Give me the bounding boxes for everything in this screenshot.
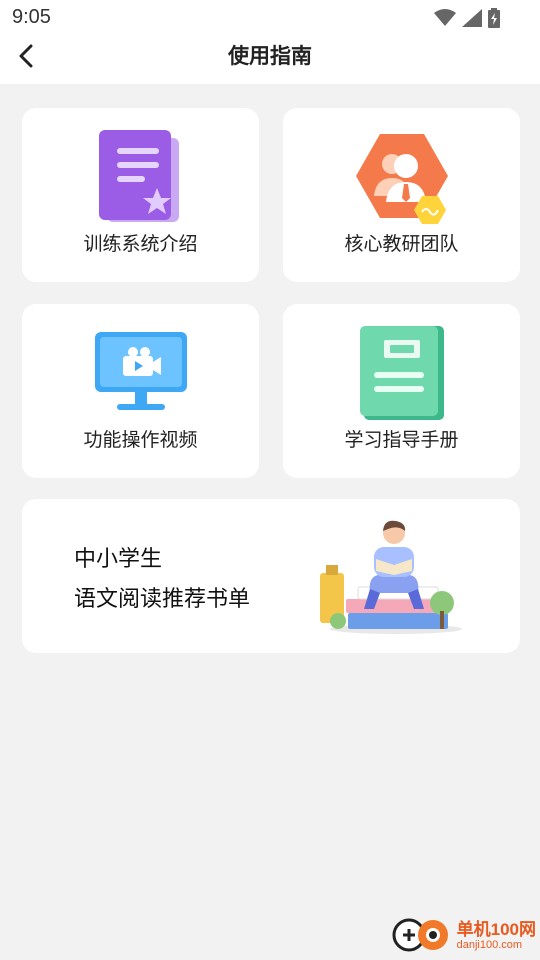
watermark-logo-icon — [391, 913, 453, 958]
card-reading-list[interactable]: 中小学生 语文阅读推荐书单 — [22, 499, 520, 653]
card-study-guide[interactable]: 学习指导手册 — [283, 304, 520, 478]
card-label: 核心教研团队 — [344, 234, 459, 255]
card-label: 功能操作视频 — [83, 430, 198, 451]
battery-icon — [488, 8, 500, 33]
reading-boy-illustration — [318, 517, 468, 640]
wifi-icon — [434, 9, 456, 32]
status-time: 9:05 — [12, 6, 51, 28]
signal-icon — [462, 9, 482, 32]
card-label: 学习指导手册 — [344, 430, 459, 451]
card-teaching-team[interactable]: 核心教研团队 — [283, 108, 520, 282]
page-title: 使用指南 — [228, 45, 312, 68]
status-icons — [434, 8, 500, 33]
video-monitor-icon — [94, 332, 187, 419]
card-operation-video[interactable]: 功能操作视频 — [22, 304, 259, 478]
app-header: 使用指南 — [0, 36, 540, 84]
document-star-icon — [98, 130, 183, 231]
banner-title-line2: 语文阅读推荐书单 — [74, 586, 251, 611]
card-training-intro[interactable]: 训练系统介绍 — [22, 108, 259, 282]
green-book-icon — [359, 326, 444, 425]
watermark-text: 单机100网 danji100.com — [456, 919, 536, 951]
watermark-brand: 单机100网 — [456, 919, 536, 939]
watermark-url: danji100.com — [456, 938, 523, 951]
card-label: 训练系统介绍 — [83, 234, 198, 255]
team-avatar-icon — [352, 130, 452, 231]
banner-title-line1: 中小学生 — [74, 546, 163, 571]
status-bar: 9:05 — [0, 0, 540, 36]
watermark: 单机100网 danji100.com — [391, 913, 536, 958]
